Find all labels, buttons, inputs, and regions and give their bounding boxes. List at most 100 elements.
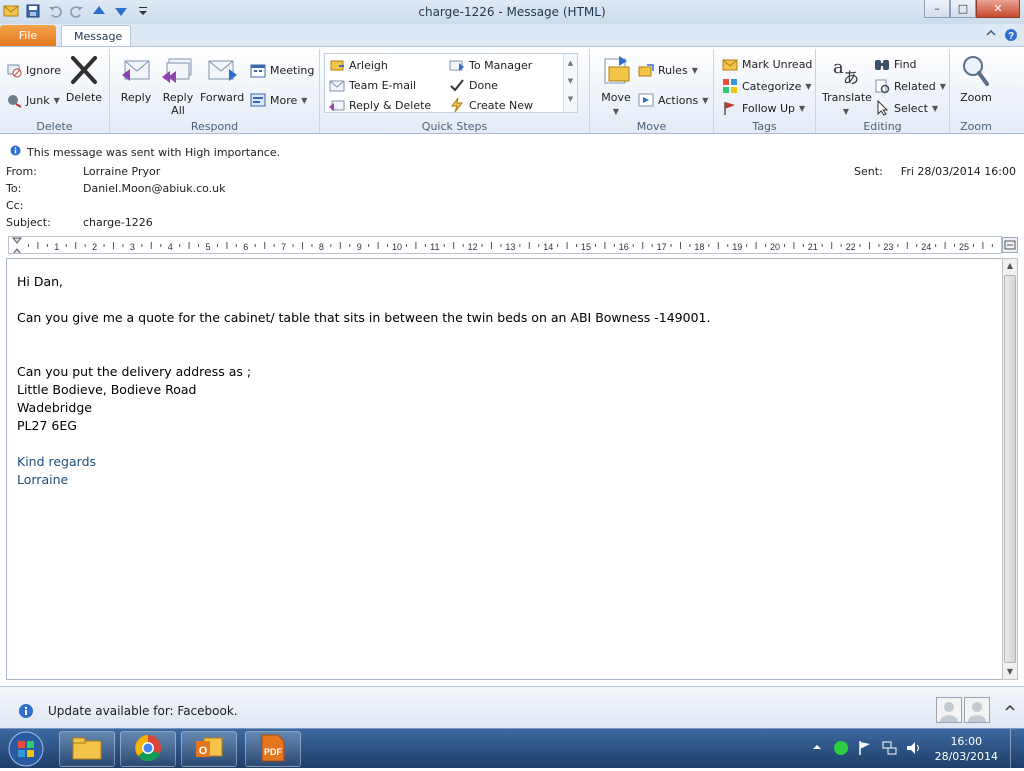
start-button[interactable] [4,730,48,768]
scroll-up-icon[interactable]: ▲ [1003,259,1017,273]
message-body[interactable]: Hi Dan, Can you give me a quote for the … [6,258,1002,680]
scroll-down-icon[interactable]: ▼ [564,72,577,90]
maximize-button[interactable]: □ [950,0,976,18]
quick-steps-gallery: Arleigh To Manager Team E-mail Done Repl… [324,53,578,113]
body-signature: Lorraine [17,472,69,487]
ruler-number: 14 [543,242,553,252]
body-greeting: Hi Dan, [17,274,64,289]
reply-button[interactable]: Reply [114,53,158,104]
explorer-taskbar-button[interactable] [59,731,115,767]
ruler-number: 13 [505,242,515,252]
chrome-taskbar-button[interactable] [120,731,176,767]
pdf-taskbar-button[interactable]: PDF [245,731,301,767]
junk-button[interactable]: Junk ▼ [6,91,60,109]
minimize-ribbon-icon[interactable] [986,28,996,45]
avatar[interactable] [936,697,962,723]
mark-unread-button[interactable]: Mark Unread [722,55,812,73]
select-button[interactable]: Select ▼ [874,99,938,117]
svg-text:あ: あ [843,68,859,87]
update-notice[interactable]: Update available for: Facebook. [48,704,238,718]
ignore-label: Ignore [26,63,61,77]
zoom-group: Zoom Zoom [950,49,1002,133]
cursor-icon [874,99,890,116]
delete-group-label: Delete [36,120,73,133]
to-value[interactable]: Daniel.Moon@abiuk.co.uk [83,182,226,195]
reply-all-label-2: All [171,104,185,117]
vertical-scrollbar[interactable]: ▲ ▼ [1002,258,1018,680]
scroll-up-icon[interactable]: ▲ [564,54,577,72]
ruler-number: 17 [657,242,667,252]
delete-icon [67,53,101,87]
expand-gallery-icon[interactable]: ▼ [564,90,577,108]
rules-label: Rules [658,63,688,77]
ruler-number: 10 [392,242,402,252]
clock-time: 16:00 [950,735,983,748]
rules-button[interactable]: Rules ▼ [638,61,698,79]
quickstep-arleigh[interactable]: Arleigh [329,56,388,74]
related-button[interactable]: Related ▼ [874,77,946,95]
more-respond-button[interactable]: More ▼ [250,91,307,109]
quickstep-done-label: Done [469,78,498,92]
cc-row: Cc: [6,199,83,212]
window-controls: – □ ✕ [924,0,1020,18]
forward-label: Forward [200,91,245,104]
quickstep-to-manager[interactable]: To Manager [449,56,532,74]
actions-button[interactable]: Actions ▼ [638,91,708,109]
meeting-button[interactable]: Meeting [250,61,314,79]
outlook-taskbar-button[interactable]: O [181,731,237,767]
translate-label: Translate [822,91,872,104]
scroll-down-icon[interactable]: ▼ [1003,665,1017,679]
quick-steps-group-label: Quick Steps [421,120,488,133]
quickstep-reply-delete[interactable]: Reply & Delete [329,96,431,114]
show-desktop-button[interactable] [1010,729,1024,769]
ruler[interactable]: 1 2 3 4 5 6 7 8 9 10 11 12 13 14 15 16 17 18 19 20 21 22 23 24 2… [8,236,1002,254]
help-icon[interactable]: ? [1004,28,1018,45]
translate-button[interactable]: aあ Translate ▼ [822,53,872,118]
categorize-label: Categorize [742,79,802,93]
quickstep-reply-delete-label: Reply & Delete [349,98,432,112]
move-group: Move ▼ Rules ▼ Actions ▼ Move [590,49,714,133]
action-center-flag-icon[interactable] [857,740,873,759]
tab-message[interactable]: Message [61,25,131,47]
delete-label: Delete [65,91,103,104]
editing-group: aあ Translate ▼ Find Related ▼ Select ▼ E… [816,49,950,133]
categorize-button[interactable]: Categorize ▼ [722,77,812,95]
ignore-button[interactable]: Ignore [6,61,61,79]
quickstep-create-new[interactable]: Create New [449,96,533,114]
from-value[interactable]: Lorraine Pryor [83,165,160,178]
clock[interactable]: 16:00 28/03/2014 [935,734,998,764]
checkmark-icon [449,77,465,93]
show-hidden-icons-icon[interactable] [812,742,822,755]
ruler-number: 1 [54,242,59,252]
ruler-number: 22 [846,242,856,252]
chevron-down-icon: ▼ [939,81,946,91]
volume-icon[interactable] [905,740,923,759]
avatar[interactable] [964,697,990,723]
chevron-down-icon: ▼ [842,107,850,116]
from-row: From: Lorraine Pryor [6,165,160,178]
minimize-button[interactable]: – [924,0,950,18]
quick-steps-scroll[interactable]: ▲ ▼ ▼ [563,54,577,112]
view-ruler-icon[interactable] [1002,237,1018,253]
tab-file[interactable]: File [0,25,56,47]
zoom-button[interactable]: Zoom [954,53,998,104]
network-icon[interactable] [881,740,899,759]
move-button[interactable]: Move ▼ [594,53,638,118]
scrollbar-thumb[interactable] [1004,275,1016,663]
from-label: From: [6,165,37,178]
folder-icon [71,735,103,764]
ruler-number: 8 [319,242,324,252]
quickstep-done[interactable]: Done [449,76,498,94]
status-green-icon[interactable] [833,740,849,759]
indent-marker[interactable] [11,237,23,254]
delete-button[interactable]: Delete [62,53,106,104]
quickstep-team-email[interactable]: Team E-mail [329,76,416,94]
reply-all-icon [161,53,195,87]
reply-all-button[interactable]: Reply All [156,53,200,117]
forward-button[interactable]: Forward [200,53,244,104]
team-email-icon [329,77,345,93]
follow-up-button[interactable]: Follow Up ▼ [722,99,805,117]
expand-people-pane-icon[interactable] [1005,703,1015,716]
find-button[interactable]: Find [874,55,917,73]
close-button[interactable]: ✕ [976,0,1020,18]
